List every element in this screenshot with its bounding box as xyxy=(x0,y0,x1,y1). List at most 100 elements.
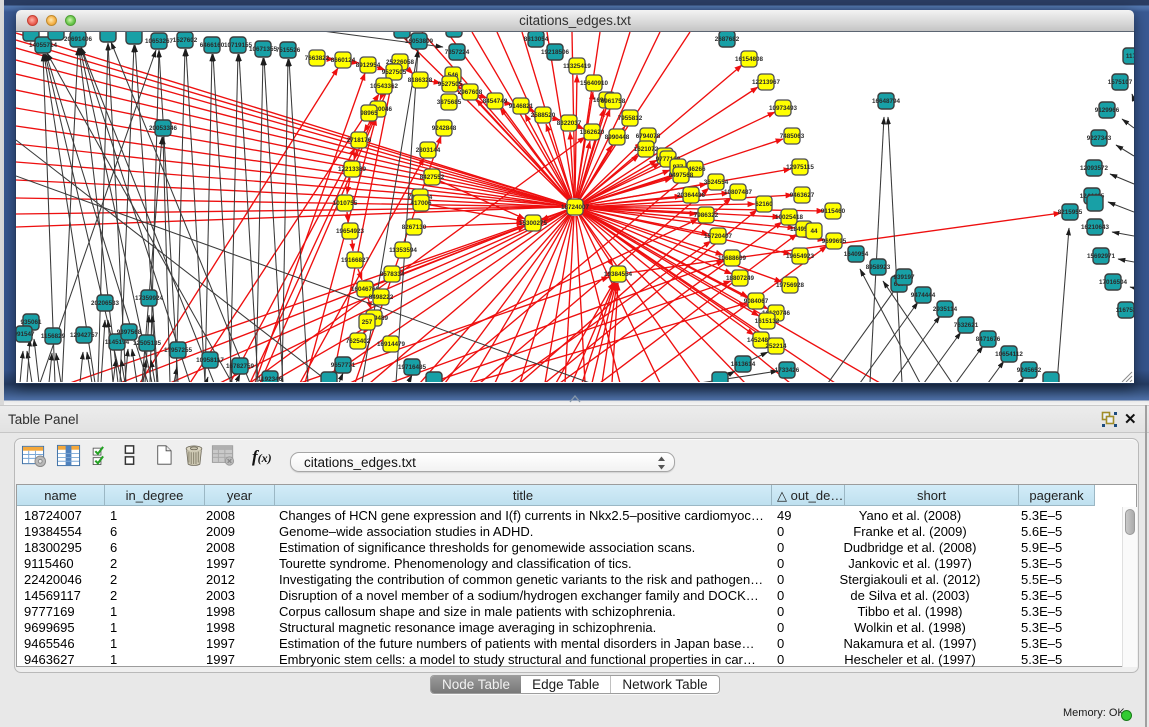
svg-text:991547: 991547 xyxy=(16,331,35,338)
svg-text:417006: 417006 xyxy=(410,200,432,207)
svg-text:10543362: 10543362 xyxy=(370,83,399,90)
svg-text:1575107: 1575107 xyxy=(1108,79,1133,86)
svg-text:2803144: 2803144 xyxy=(416,147,441,154)
svg-text:12213967: 12213967 xyxy=(752,79,781,86)
svg-text:252214: 252214 xyxy=(765,343,787,350)
svg-text:11325419: 11325419 xyxy=(563,63,591,70)
svg-text:939197: 939197 xyxy=(893,274,915,281)
svg-text:17359924: 17359924 xyxy=(135,295,164,302)
svg-text:16648794: 16648794 xyxy=(872,98,901,105)
svg-text:15692971: 15692971 xyxy=(1087,253,1116,260)
svg-text:8471676: 8471676 xyxy=(976,336,1001,343)
svg-text:1156829: 1156829 xyxy=(41,333,66,340)
svg-text:9242848: 9242848 xyxy=(432,125,457,132)
svg-text:20691406: 20691406 xyxy=(64,36,93,43)
svg-text:10025418: 10025418 xyxy=(775,214,804,221)
svg-text:2588520: 2588520 xyxy=(531,112,556,119)
svg-text:9245652: 9245652 xyxy=(1017,367,1042,374)
svg-text:18724007: 18724007 xyxy=(561,204,590,211)
svg-text:10653267: 10653267 xyxy=(145,38,174,45)
svg-text:7515526: 7515526 xyxy=(276,47,301,54)
svg-text:15300275: 15300275 xyxy=(519,220,548,227)
svg-text:117: 117 xyxy=(1126,53,1134,60)
svg-text:2718176: 2718176 xyxy=(347,137,372,144)
svg-text:12213389: 12213389 xyxy=(338,166,367,173)
svg-text:98965: 98965 xyxy=(360,110,378,117)
svg-text:8186328: 8186328 xyxy=(408,77,433,84)
svg-text:62160: 62160 xyxy=(755,201,773,208)
svg-text:1733426: 1733426 xyxy=(775,367,800,374)
svg-text:1413614: 1413614 xyxy=(731,361,756,368)
svg-text:1640954: 1640954 xyxy=(844,251,869,258)
svg-text:8912954: 8912954 xyxy=(356,62,381,69)
svg-text:10958117: 10958117 xyxy=(196,357,224,364)
svg-text:2687682: 2687682 xyxy=(715,36,740,43)
svg-text:6794078: 6794078 xyxy=(636,133,661,140)
svg-text:8427552: 8427552 xyxy=(420,174,445,181)
svg-text:12093572: 12093572 xyxy=(1080,165,1109,172)
svg-text:7357224: 7357224 xyxy=(445,49,470,56)
svg-text:7663822: 7663822 xyxy=(305,55,330,62)
svg-text:1362620: 1362620 xyxy=(580,129,605,136)
svg-text:935061: 935061 xyxy=(20,319,42,326)
svg-text:7955812: 7955812 xyxy=(618,115,643,122)
svg-text:7632621: 7632621 xyxy=(954,322,979,329)
svg-text:17016504: 17016504 xyxy=(1099,279,1128,286)
svg-text:19166827: 19166827 xyxy=(341,257,370,264)
svg-text:12942757: 12942757 xyxy=(70,332,99,339)
svg-text:11353594: 11353594 xyxy=(389,247,417,254)
svg-text:19654923: 19654923 xyxy=(786,253,815,260)
svg-text:9474444: 9474444 xyxy=(911,292,936,299)
svg-text:3875685: 3875685 xyxy=(437,99,462,106)
svg-text:8267130: 8267130 xyxy=(402,224,427,231)
svg-text:8215955: 8215955 xyxy=(1058,209,1083,216)
svg-text:9227343: 9227343 xyxy=(1087,135,1112,142)
svg-text:19654923: 19654923 xyxy=(336,228,365,235)
svg-text:9527505: 9527505 xyxy=(382,69,407,76)
svg-text:3624554: 3624554 xyxy=(704,179,729,186)
svg-text:1010755: 1010755 xyxy=(333,200,358,207)
svg-text:16782759: 16782759 xyxy=(226,363,255,370)
svg-text:10973493: 10973493 xyxy=(769,105,798,112)
svg-text:9146821: 9146821 xyxy=(509,103,534,110)
svg-text:257: 257 xyxy=(362,319,373,326)
svg-text:18807249: 18807249 xyxy=(726,275,755,282)
svg-text:6961758: 6961758 xyxy=(601,98,626,105)
svg-text:8454749: 8454749 xyxy=(483,98,508,105)
svg-text:16154808: 16154808 xyxy=(735,56,764,63)
svg-text:9699695: 9699695 xyxy=(822,238,847,245)
svg-text:10807487: 10807487 xyxy=(724,189,753,196)
svg-text:16914479: 16914479 xyxy=(377,341,406,348)
svg-text:44: 44 xyxy=(810,228,818,235)
svg-text:8498222: 8498222 xyxy=(369,294,394,301)
svg-text:17957255: 17957255 xyxy=(164,347,193,354)
svg-text:12505135: 12505135 xyxy=(133,340,162,347)
svg-text:7625402: 7625402 xyxy=(346,338,371,345)
svg-text:8660124: 8660124 xyxy=(331,57,356,64)
svg-text:8813054: 8813054 xyxy=(524,36,549,43)
svg-text:8990448: 8990448 xyxy=(605,134,630,141)
svg-text:19384554: 19384554 xyxy=(604,271,633,278)
svg-text:19218506: 19218506 xyxy=(541,49,570,56)
svg-text:9084067: 9084067 xyxy=(744,298,769,305)
svg-text:8322037: 8322037 xyxy=(557,120,582,127)
svg-text:2935114: 2935114 xyxy=(933,306,958,313)
svg-text:9657771: 9657771 xyxy=(331,362,356,369)
svg-text:10654112: 10654112 xyxy=(995,351,1023,358)
svg-text:20364436: 20364436 xyxy=(677,192,706,199)
svg-text:16053809: 16053809 xyxy=(405,38,434,45)
svg-text:9115460: 9115460 xyxy=(821,208,846,215)
svg-text:15720407: 15720407 xyxy=(704,233,733,240)
svg-text:9527505: 9527505 xyxy=(438,81,463,88)
svg-text:8958923: 8958923 xyxy=(866,264,891,271)
svg-text:12975115: 12975115 xyxy=(786,164,814,171)
svg-text:15640910: 15640910 xyxy=(580,80,609,87)
svg-text:9129966: 9129966 xyxy=(1095,107,1120,114)
svg-text:1621072: 1621072 xyxy=(634,146,659,153)
svg-text:6497568: 6497568 xyxy=(669,172,694,179)
svg-text:19716485: 19716485 xyxy=(398,364,427,371)
svg-text:9463627: 9463627 xyxy=(790,192,815,199)
svg-text:8578334: 8578334 xyxy=(380,271,405,278)
svg-text:20053346: 20053346 xyxy=(149,125,178,132)
svg-text:6466160: 6466160 xyxy=(200,42,225,49)
